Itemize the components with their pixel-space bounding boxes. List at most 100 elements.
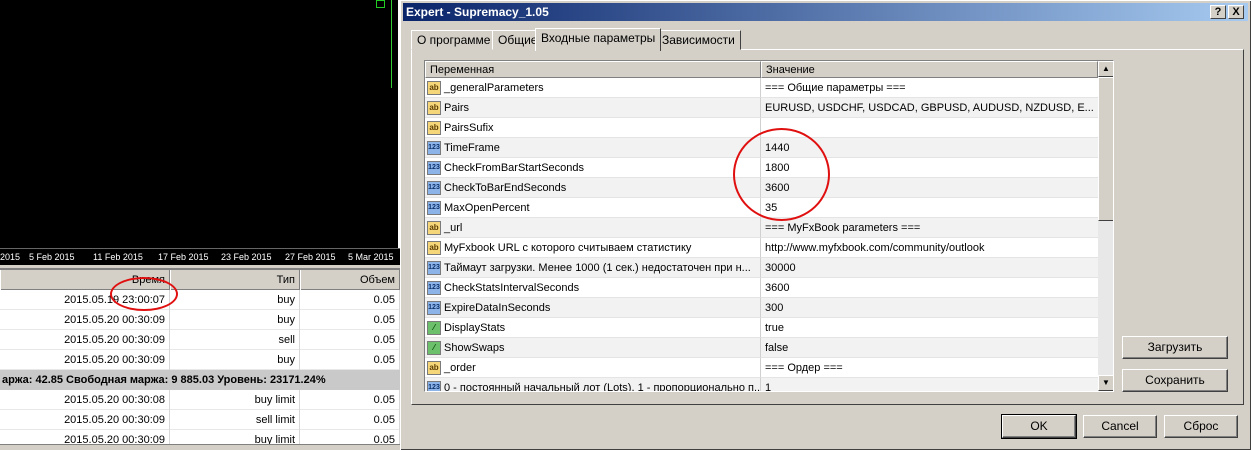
expert-dialog: Expert - Supremacy_1.05 ? X Переменная З…	[400, 0, 1251, 450]
column-header-value[interactable]: Значение	[761, 61, 1098, 78]
scroll-down-icon[interactable]: ▼	[1098, 375, 1113, 391]
parameter-value[interactable]: === Общие параметры ===	[761, 78, 1098, 98]
close-button[interactable]: X	[1228, 5, 1244, 19]
parameter-row[interactable]: ab MyFxbook URL с которого считываем стат…	[425, 238, 1098, 258]
terminal-tabs[interactable]	[0, 444, 400, 450]
table-row[interactable]: 2015.05.20 00:30:09 buy 0.05	[0, 310, 400, 330]
parameter-name: ExpireDataInSeconds	[444, 302, 551, 314]
parameter-value[interactable]: http://www.myfxbook.com/community/outloo…	[761, 238, 1098, 258]
tab-dependencies[interactable]: Зависимости	[656, 30, 741, 50]
parameter-row[interactable]: 123 CheckToBarEndSeconds 3600	[425, 178, 1098, 198]
ok-button[interactable]: OK	[1001, 414, 1077, 439]
dialog-title: Expert - Supremacy_1.05	[406, 5, 549, 19]
parameter-row[interactable]: 123 Таймаут загрузки. Менее 1000 (1 сек.)…	[425, 258, 1098, 278]
scroll-up-icon[interactable]: ▲	[1098, 61, 1113, 77]
parameter-value[interactable]: 1	[761, 378, 1098, 391]
date-tick: 2015	[0, 252, 21, 262]
terminal-header: Время Тип Объем	[0, 270, 400, 290]
load-button[interactable]: Загрузить	[1122, 336, 1228, 359]
number-type-icon: 123	[427, 301, 441, 315]
margin-summary: аржа: 42.85 Свободная маржа: 9 885.03 Ур…	[0, 370, 400, 390]
terminal-panel: Время Тип Объем 2015.05.19 23:00:07 buy …	[0, 268, 400, 450]
parameter-name: MyFxbook URL с которого считываем статис…	[444, 242, 692, 254]
number-type-icon: 123	[427, 261, 441, 275]
parameter-value[interactable]	[761, 118, 1098, 138]
table-row[interactable]: 2015.05.19 23:00:07 buy 0.05	[0, 290, 400, 310]
table-row[interactable]: 2015.05.20 00:30:09 sell 0.05	[0, 330, 400, 350]
parameter-row[interactable]: 123 CheckFromBarStartSeconds 1800	[425, 158, 1098, 178]
string-type-icon: ab	[427, 361, 441, 375]
number-type-icon: 123	[427, 161, 441, 175]
order-volume: 0.05	[300, 330, 400, 350]
parameter-name: _url	[444, 222, 463, 234]
table-row[interactable]: 2015.05.20 00:30:09 sell limit 0.05	[0, 410, 400, 430]
parameter-value[interactable]: 300	[761, 298, 1098, 318]
parameter-name: CheckToBarEndSeconds	[444, 182, 567, 194]
tab-inputs[interactable]: Входные параметры	[535, 28, 662, 51]
parameter-row[interactable]: ab _generalParameters === Общие параметры…	[425, 78, 1098, 98]
cancel-button[interactable]: Cancel	[1083, 415, 1157, 438]
parameter-value[interactable]: 35	[761, 198, 1098, 218]
parameters-grid[interactable]: Переменная Значение ab _generalParameters…	[424, 60, 1114, 392]
grid-header: Переменная Значение	[425, 61, 1098, 78]
parameter-name: PairsSufix	[444, 122, 494, 134]
column-header-variable[interactable]: Переменная	[425, 61, 761, 78]
parameter-name: Таймаут загрузки. Менее 1000 (1 сек.) не…	[444, 262, 751, 274]
column-header-type[interactable]: Тип	[170, 270, 300, 290]
vertical-scrollbar[interactable]: ▲ ▼	[1098, 61, 1113, 391]
parameter-value[interactable]: 30000	[761, 258, 1098, 278]
parameter-row[interactable]: 123 MaxOpenPercent 35	[425, 198, 1098, 218]
parameter-value[interactable]: 1440	[761, 138, 1098, 158]
parameter-value[interactable]: false	[761, 338, 1098, 358]
parameter-value[interactable]: 3600	[761, 278, 1098, 298]
column-header-time[interactable]: Время	[0, 270, 170, 290]
parameter-name: _generalParameters	[444, 82, 544, 94]
order-type: buy limit	[170, 390, 300, 410]
number-type-icon: 123	[427, 181, 441, 195]
parameter-value[interactable]: true	[761, 318, 1098, 338]
parameter-value[interactable]: 3600	[761, 178, 1098, 198]
parameter-row[interactable]: ⁄ DisplayStats true	[425, 318, 1098, 338]
parameter-value[interactable]: 1800	[761, 158, 1098, 178]
parameter-name: ShowSwaps	[444, 342, 505, 354]
dialog-titlebar[interactable]: Expert - Supremacy_1.05 ? X	[403, 3, 1248, 21]
parameter-row[interactable]: ⁄ ShowSwaps false	[425, 338, 1098, 358]
order-type: buy	[170, 290, 300, 310]
price-chart[interactable]	[0, 0, 400, 248]
parameter-value[interactable]: EURUSD, USDCHF, USDCAD, GBPUSD, AUDUSD, …	[761, 98, 1098, 118]
reset-button[interactable]: Сброс	[1164, 415, 1238, 438]
string-type-icon: ab	[427, 101, 441, 115]
parameter-name: DisplayStats	[444, 322, 506, 334]
parameter-row[interactable]: 123 0 - постоянный начальный лот (Lots), …	[425, 378, 1098, 392]
table-row[interactable]: 2015.05.20 00:30:09 buy 0.05	[0, 350, 400, 370]
column-header-volume[interactable]: Объем	[300, 270, 400, 290]
scroll-thumb[interactable]	[1098, 77, 1113, 221]
bool-type-icon: ⁄	[427, 341, 441, 355]
string-type-icon: ab	[427, 121, 441, 135]
order-time: 2015.05.20 00:30:08	[0, 390, 170, 410]
parameter-row[interactable]: 123 TimeFrame 1440	[425, 138, 1098, 158]
parameter-value[interactable]: === Ордер ===	[761, 358, 1098, 378]
parameter-row[interactable]: ab _url === MyFxBook parameters ===	[425, 218, 1098, 238]
save-button[interactable]: Сохранить	[1122, 369, 1228, 392]
help-button[interactable]: ?	[1210, 5, 1226, 19]
table-row[interactable]: 2015.05.20 00:30:08 buy limit 0.05	[0, 390, 400, 410]
parameter-name: CheckStatsIntervalSeconds	[444, 282, 580, 294]
parameter-row[interactable]: ab Pairs EURUSD, USDCHF, USDCAD, GBPUSD, …	[425, 98, 1098, 118]
parameter-row[interactable]: 123 CheckStatsIntervalSeconds 3600	[425, 278, 1098, 298]
parameter-row[interactable]: ab _order === Ордер ===	[425, 358, 1098, 378]
order-time: 2015.05.20 00:30:09	[0, 310, 170, 330]
parameter-name: _order	[444, 362, 476, 374]
date-tick: 5 Mar 2015	[348, 252, 394, 262]
order-type: sell limit	[170, 410, 300, 430]
parameter-name: MaxOpenPercent	[444, 202, 530, 214]
parameter-name: Pairs	[444, 102, 470, 114]
parameter-row[interactable]: ab PairsSufix	[425, 118, 1098, 138]
parameter-name: 0 - постоянный начальный лот (Lots), 1 -…	[444, 382, 761, 392]
tab-about[interactable]: О программе	[411, 30, 497, 50]
parameter-value[interactable]: === MyFxBook parameters ===	[761, 218, 1098, 238]
parameter-name: TimeFrame	[444, 142, 500, 154]
bool-type-icon: ⁄	[427, 321, 441, 335]
parameter-row[interactable]: 123 ExpireDataInSeconds 300	[425, 298, 1098, 318]
order-type: sell	[170, 330, 300, 350]
